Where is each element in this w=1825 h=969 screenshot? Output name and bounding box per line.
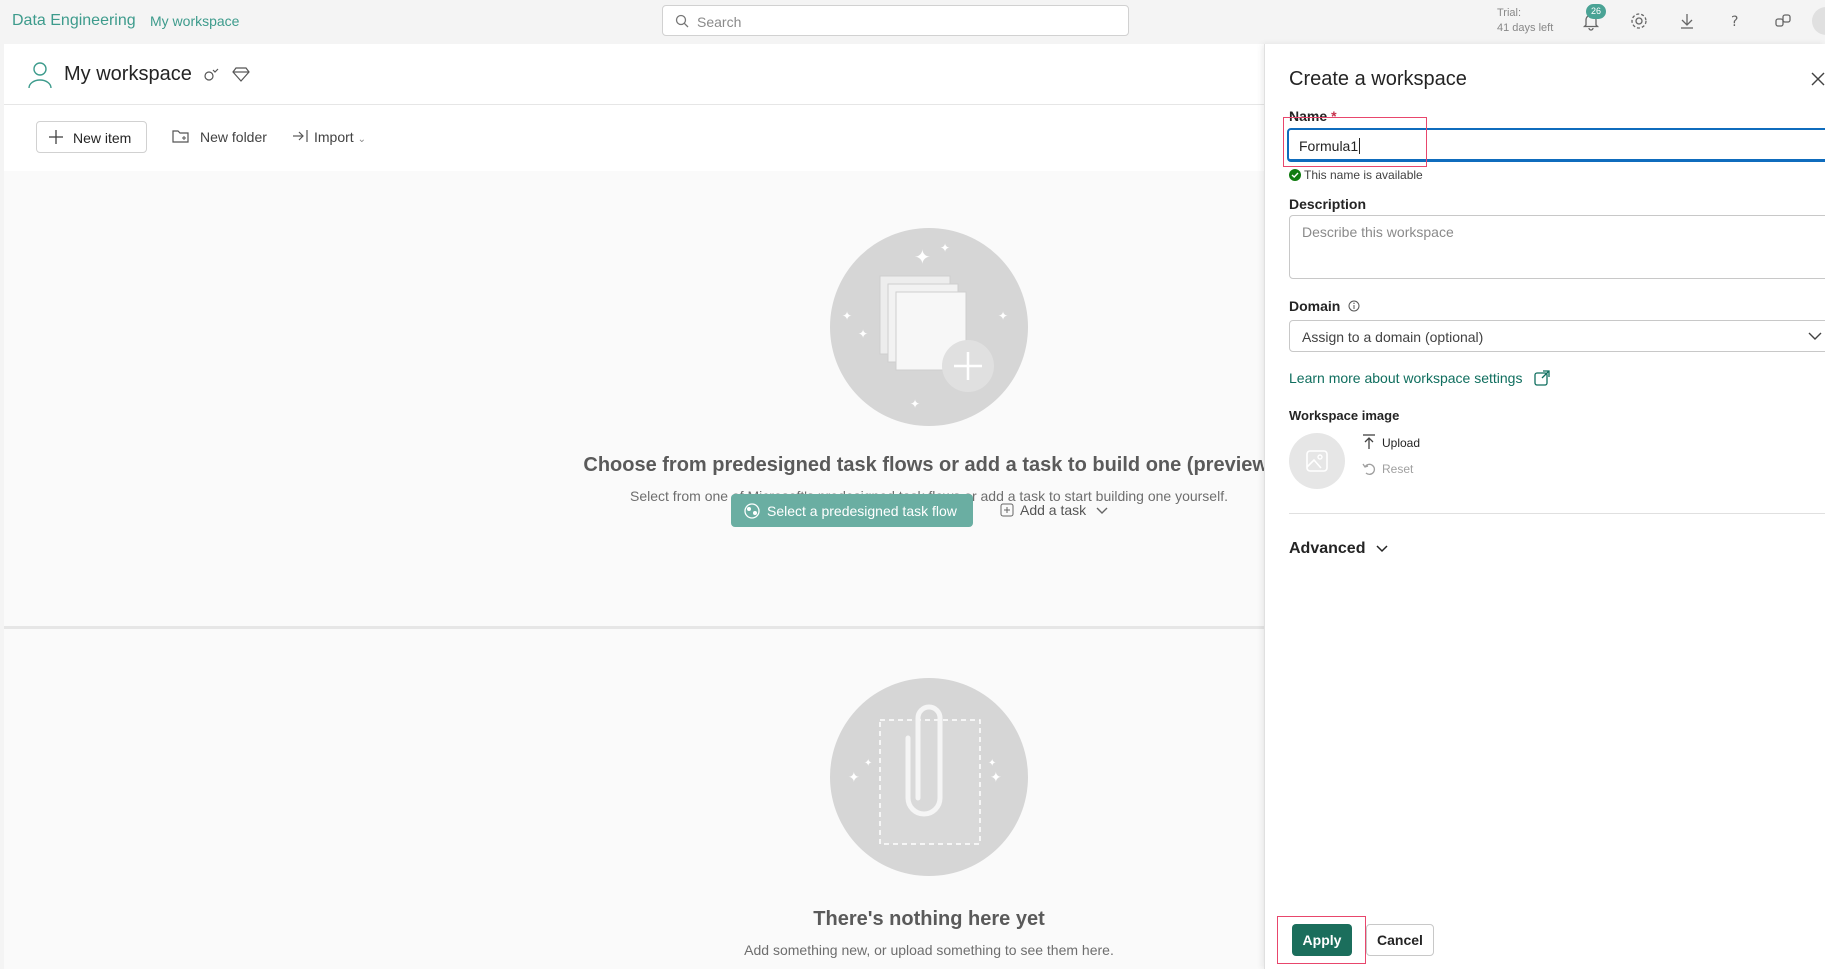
chevron-down-icon [1096, 507, 1108, 514]
availability-message: This name is available [1289, 168, 1423, 182]
domain-dropdown[interactable]: Assign to a domain (optional) [1289, 320, 1825, 352]
help-icon[interactable]: ? [1724, 10, 1746, 32]
svg-text:?: ? [1731, 14, 1738, 30]
upload-button[interactable]: Upload [1362, 434, 1420, 450]
reset-label: Reset [1382, 462, 1414, 476]
svg-text:✦: ✦ [864, 758, 872, 769]
top-bar: Data Engineering My workspace Search Tri… [0, 0, 1825, 42]
description-label: Description [1289, 196, 1367, 212]
add-task-label: Add a task [1020, 502, 1087, 518]
workspace-identity-icon[interactable] [202, 66, 220, 84]
notification-badge: 26 [1586, 4, 1606, 19]
upload-icon [1363, 434, 1375, 449]
app-name[interactable]: Data Engineering [12, 12, 136, 30]
task-flow-area [4, 171, 1264, 626]
name-highlight-box [1283, 117, 1427, 167]
share-icon[interactable] [1772, 10, 1794, 32]
svg-text:✦: ✦ [988, 758, 996, 769]
download-icon[interactable] [1676, 10, 1698, 32]
advanced-toggle[interactable]: Advanced [1289, 540, 1388, 558]
learn-more-text: Learn more about workspace settings [1289, 370, 1523, 386]
svg-text:✦: ✦ [910, 397, 920, 411]
check-circle-icon [1289, 169, 1301, 181]
chevron-down-icon [1376, 545, 1388, 553]
availability-text: This name is available [1304, 168, 1423, 182]
stacked-pages-icon: ✦ ✦ ✦ ✦ ✦ ✦ [842, 241, 1008, 411]
empty-illustration: ✦ ✦ ✦ ✦ [830, 678, 1028, 876]
search-box[interactable]: Search [662, 5, 1129, 36]
breadcrumb-workspace[interactable]: My workspace [150, 13, 239, 29]
search-placeholder: Search [697, 14, 742, 30]
trial-label: Trial: [1497, 7, 1522, 19]
panel-title: Create a workspace [1289, 68, 1467, 90]
diamond-icon[interactable] [232, 65, 250, 83]
learn-more-link[interactable]: Learn more about workspace settings [1289, 370, 1551, 386]
undo-icon [1362, 463, 1375, 475]
select-task-flow-label: Select a predesigned task flow [767, 503, 957, 519]
workspace-image-placeholder [1289, 433, 1345, 489]
user-avatar[interactable] [1812, 7, 1825, 35]
info-icon[interactable] [1348, 300, 1360, 312]
trial-days: 41 days left [1497, 22, 1554, 34]
page-title: My workspace [64, 63, 192, 85]
select-task-flow-button[interactable]: Select a predesigned task flow [731, 494, 973, 527]
task-flow-illustration: ✦ ✦ ✦ ✦ ✦ ✦ [830, 228, 1028, 426]
section-divider [1289, 513, 1825, 514]
new-item-button[interactable]: New item [36, 121, 147, 153]
create-workspace-panel: Create a workspace Name * Formula1 This n… [1264, 44, 1825, 969]
search-icon [675, 14, 689, 28]
import-button[interactable]: Import ⌄ [314, 129, 366, 145]
domain-label: Domain [1289, 298, 1360, 314]
domain-label-text: Domain [1289, 298, 1341, 314]
new-folder-icon[interactable] [172, 128, 190, 144]
svg-text:✦: ✦ [858, 327, 868, 341]
svg-text:✦: ✦ [842, 309, 852, 323]
image-icon [1306, 450, 1328, 472]
cancel-button[interactable]: Cancel [1366, 924, 1434, 956]
person-icon [28, 62, 52, 89]
trial-status[interactable]: Trial: 41 days left [1497, 6, 1553, 36]
new-item-label: New item [73, 130, 132, 146]
add-task-button[interactable]: Add a task [1000, 502, 1108, 518]
description-field[interactable]: Describe this workspace [1289, 215, 1825, 279]
import-label: Import [314, 129, 354, 145]
domain-placeholder: Assign to a domain (optional) [1302, 329, 1484, 345]
reset-button[interactable]: Reset [1362, 462, 1413, 476]
gear-icon[interactable] [1628, 10, 1650, 32]
close-icon[interactable] [1811, 72, 1825, 86]
chevron-down-icon: ⌄ [357, 134, 366, 145]
workspace-header: My workspace [4, 44, 1264, 105]
svg-text:✦: ✦ [848, 769, 860, 785]
paperclip-icon: ✦ ✦ ✦ ✦ [848, 704, 1002, 845]
task-flow-icon [744, 503, 760, 519]
svg-text:✦: ✦ [940, 241, 950, 255]
advanced-label: Advanced [1289, 540, 1366, 557]
external-link-icon [1534, 370, 1551, 386]
plus-icon [49, 130, 63, 144]
new-folder-button[interactable]: New folder [200, 129, 267, 145]
upload-label: Upload [1382, 436, 1421, 450]
chevron-down-icon [1808, 332, 1822, 340]
workspace-image-label: Workspace image [1289, 408, 1400, 423]
import-icon[interactable] [292, 128, 310, 144]
svg-text:✦: ✦ [998, 309, 1008, 323]
add-box-icon [1000, 503, 1014, 517]
svg-text:✦: ✦ [990, 769, 1002, 785]
svg-text:✦: ✦ [914, 247, 931, 269]
apply-button[interactable]: Apply [1292, 924, 1352, 956]
